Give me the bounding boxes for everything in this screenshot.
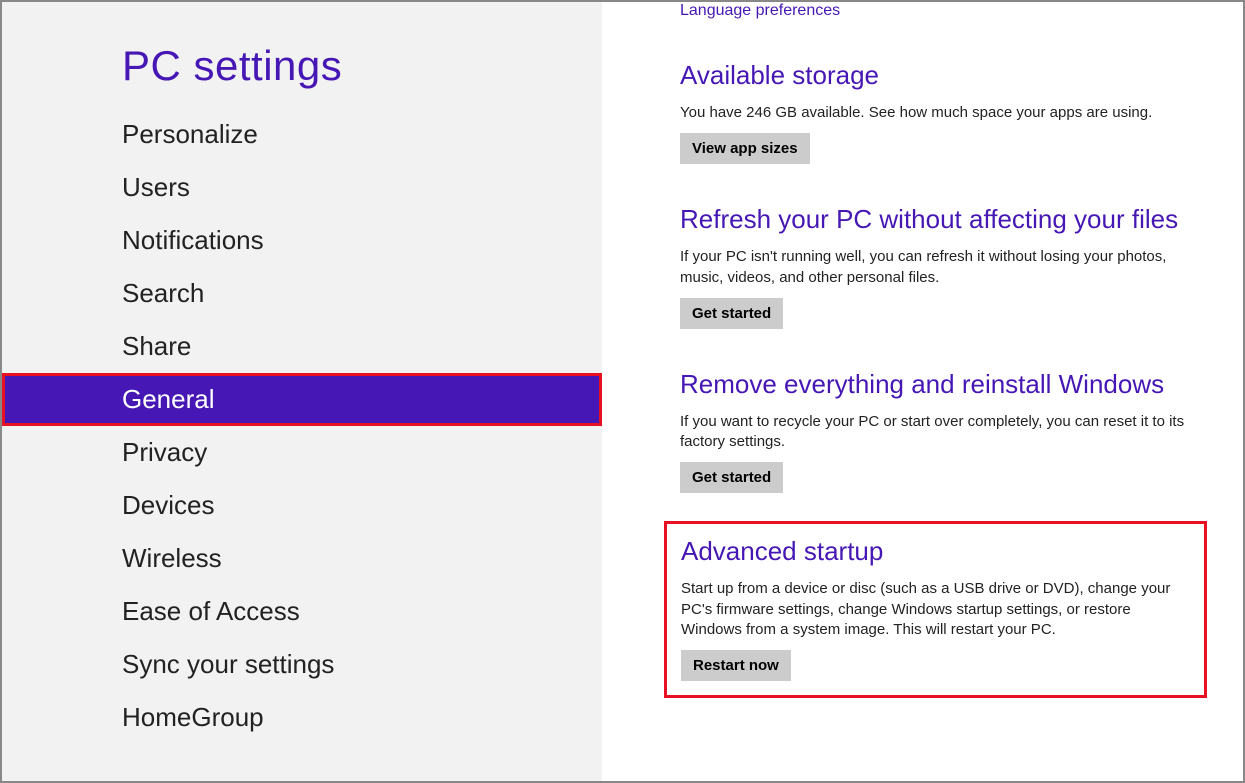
sidebar-item-search[interactable]: Search xyxy=(2,267,602,320)
refresh-pc-section: Refresh your PC without affecting your f… xyxy=(680,204,1213,329)
sidebar-item-notifications[interactable]: Notifications xyxy=(2,214,602,267)
language-preferences-link[interactable]: Language preferences xyxy=(680,2,840,20)
sidebar-item-sync-settings[interactable]: Sync your settings xyxy=(2,638,602,691)
refresh-pc-description: If your PC isn't running well, you can r… xyxy=(680,247,1213,288)
sidebar: PC settings Personalize Users Notificati… xyxy=(2,2,602,781)
pc-settings-window: PC settings Personalize Users Notificati… xyxy=(2,2,1243,781)
refresh-pc-title: Refresh your PC without affecting your f… xyxy=(680,204,1213,235)
remove-everything-section: Remove everything and reinstall Windows … xyxy=(680,369,1213,494)
view-app-sizes-button[interactable]: View app sizes xyxy=(680,133,810,164)
sidebar-item-general[interactable]: General xyxy=(2,373,602,426)
sidebar-item-wireless[interactable]: Wireless xyxy=(2,532,602,585)
sidebar-item-devices[interactable]: Devices xyxy=(2,479,602,532)
remove-everything-title: Remove everything and reinstall Windows xyxy=(680,369,1213,400)
advanced-startup-description: Start up from a device or disc (such as … xyxy=(681,579,1190,640)
refresh-get-started-button[interactable]: Get started xyxy=(680,298,783,329)
remove-everything-description: If you want to recycle your PC or start … xyxy=(680,412,1213,453)
restart-now-button[interactable]: Restart now xyxy=(681,650,791,681)
available-storage-description: You have 246 GB available. See how much … xyxy=(680,103,1213,123)
sidebar-item-personalize[interactable]: Personalize xyxy=(2,108,602,161)
sidebar-item-homegroup[interactable]: HomeGroup xyxy=(2,691,602,744)
available-storage-section: Available storage You have 246 GB availa… xyxy=(680,60,1213,164)
sidebar-item-ease-of-access[interactable]: Ease of Access xyxy=(2,585,602,638)
advanced-startup-section: Advanced startup Start up from a device … xyxy=(664,521,1207,698)
content-pane: Language preferences Available storage Y… xyxy=(602,2,1243,781)
sidebar-item-privacy[interactable]: Privacy xyxy=(2,426,602,479)
available-storage-title: Available storage xyxy=(680,60,1213,91)
sidebar-item-share[interactable]: Share xyxy=(2,320,602,373)
sidebar-item-users[interactable]: Users xyxy=(2,161,602,214)
remove-get-started-button[interactable]: Get started xyxy=(680,462,783,493)
page-title: PC settings xyxy=(2,2,602,108)
advanced-startup-title: Advanced startup xyxy=(681,536,1190,567)
